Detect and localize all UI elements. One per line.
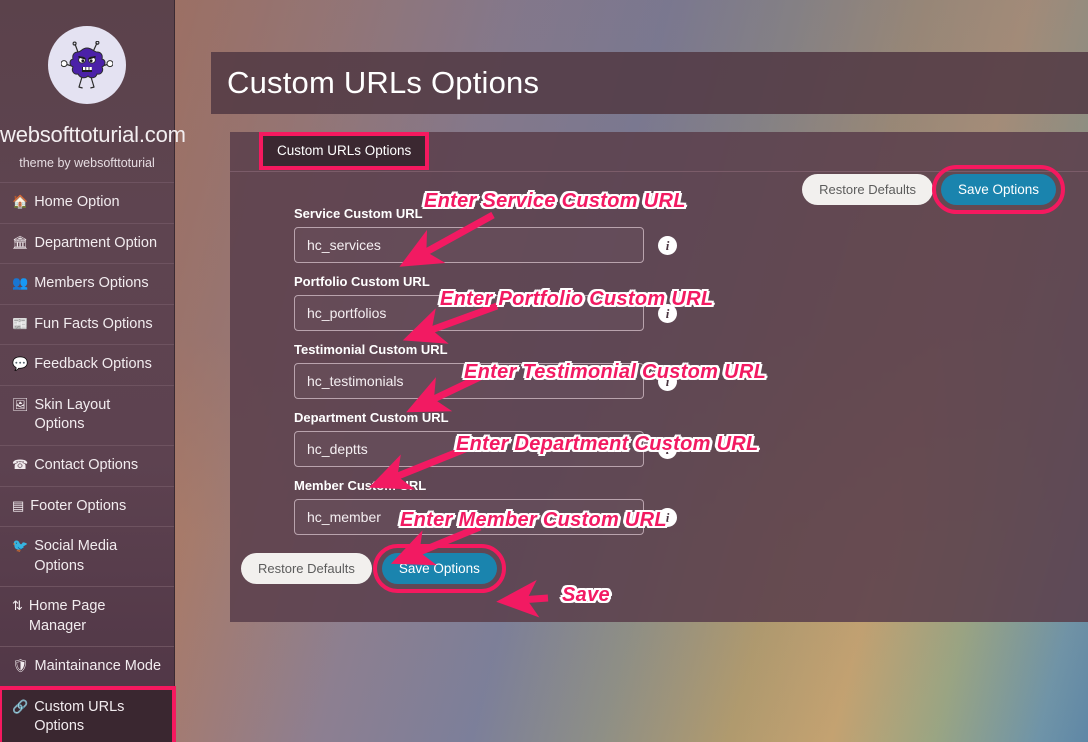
panel-body: Custom URLs Options Restore Defaults Sav…	[230, 132, 1088, 622]
input-department-custom-url[interactable]	[294, 431, 644, 467]
save-options-button-top[interactable]: Save Options	[931, 165, 1066, 214]
sidebar-item-label: Home Option	[34, 194, 120, 210]
sidebar-item-home-option[interactable]: 🏠 Home Option	[0, 183, 174, 224]
image-icon: 🖼	[12, 396, 29, 412]
site-tagline: theme by websofttoturial	[19, 156, 155, 170]
sidebar-item-label: Home Page Manager	[28, 598, 106, 634]
custom-urls-form: Service Custom URL i Portfolio Custom URL i…	[230, 172, 1088, 535]
info-icon[interactable]: i	[658, 439, 677, 459]
monster-svg	[61, 41, 113, 89]
field-row: i	[294, 227, 1088, 263]
monster-mascot-logo-icon	[48, 26, 126, 104]
sidebar-item-fun-facts-options[interactable]: 📰 Fun Facts Options	[0, 305, 174, 346]
input-testimonial-custom-url[interactable]	[294, 363, 644, 399]
page-title: Custom URLs Options	[227, 65, 540, 100]
field-row: i	[294, 363, 1088, 399]
sidebar-item-members-options[interactable]: 👥 Members Options	[0, 264, 174, 305]
site-title: websofttoturial.com	[0, 122, 186, 147]
info-icon[interactable]: i	[658, 303, 677, 323]
sidebar-item-label: Footer Options	[30, 497, 127, 514]
restore-defaults-button-top[interactable]: Restore Defaults	[802, 174, 933, 205]
info-icon[interactable]: i	[658, 371, 677, 391]
tab-strip: Custom URLs Options	[230, 132, 1088, 172]
field-row: i	[294, 499, 1088, 535]
newspaper-icon: 📰	[12, 315, 29, 331]
sidebar-item-feedback-options[interactable]: 💬 Feedback Options	[0, 345, 174, 386]
restore-defaults-button-bottom[interactable]: Restore Defaults	[241, 553, 372, 584]
sidebar-item-label: Fun Facts Options	[34, 315, 153, 332]
bank-icon: 🏛	[12, 234, 29, 250]
field-label: Member Custom URL	[294, 478, 427, 493]
field-row: i	[294, 295, 1088, 331]
app-root: websofttoturial.com theme by websofttotu…	[0, 0, 1088, 742]
sidebar-item-maintainance-mode[interactable]: 🛡 Maintainance Mode	[0, 647, 174, 688]
form-field: Service Custom URL i	[294, 206, 1088, 263]
tab-custom-urls-options[interactable]: Custom URLs Options	[258, 132, 430, 170]
panel-header: Custom URLs Options	[211, 52, 1088, 114]
shield-icon: 🛡	[12, 658, 29, 674]
comments-icon: 💬	[12, 356, 29, 372]
sidebar-item-label: Contact Options	[34, 456, 139, 473]
sidebar-item-custom-urls-options[interactable]: 🔗 Custom URLs Options	[0, 685, 176, 742]
input-service-custom-url[interactable]	[294, 227, 644, 263]
toolbar-bottom: Restore Defaults Save Options	[241, 544, 1088, 593]
form-field: Portfolio Custom URL i	[294, 274, 1088, 331]
sidebar: websofttoturial.com theme by websofttotu…	[0, 0, 186, 742]
sidebar-item-footer-options[interactable]: ▤ Footer Options	[0, 487, 174, 528]
twitter-icon: 🐦	[12, 538, 29, 554]
sidebar-item-department-option[interactable]: 🏛 Department Option	[0, 224, 174, 265]
sidebar-item-contact-options[interactable]: ☎ Contact Options	[0, 446, 174, 487]
sidebar-item-label: Skin Layout Options	[34, 396, 111, 433]
field-label: Service Custom URL	[294, 206, 423, 221]
main-panel: Custom URLs Options Custom URLs Options …	[211, 52, 1088, 652]
home-icon: 🏠	[12, 194, 29, 209]
save-options-button-bottom[interactable]: Save Options	[372, 544, 506, 593]
toolbar-top: Restore Defaults Save Options	[802, 165, 1066, 214]
sidebar-item-label: Department Option	[34, 234, 158, 251]
field-row: i	[294, 431, 1088, 467]
sidebar-item-label: Feedback Options	[34, 356, 152, 373]
field-label: Testimonial Custom URL	[294, 342, 448, 357]
users-icon: 👥	[12, 275, 29, 291]
input-portfolio-custom-url[interactable]	[294, 295, 644, 331]
link-icon: 🔗	[12, 698, 29, 714]
credit-card-icon: ▤	[12, 497, 25, 513]
info-icon[interactable]: i	[658, 235, 677, 255]
phone-icon: ☎	[12, 456, 29, 472]
sidebar-item-skin-layout-options[interactable]: 🖼 Skin Layout Options	[0, 386, 174, 446]
sidebar-item-label: Maintainance Mode	[34, 658, 162, 675]
info-icon[interactable]: i	[658, 507, 677, 527]
sort-icon: ⇅	[12, 598, 23, 614]
sidebar-item-label: Members Options	[34, 275, 149, 292]
form-field: Member Custom URL i	[294, 478, 1088, 535]
input-member-custom-url[interactable]	[294, 499, 644, 535]
panel-spacer	[211, 114, 1088, 132]
field-label: Department Custom URL	[294, 410, 449, 425]
sidebar-menu: 🏠 Home Option 🏛 Department Option 👥 Members O…	[0, 182, 176, 742]
form-field: Department Custom URL i	[294, 410, 1088, 467]
logo	[0, 0, 174, 120]
sidebar-item-label: Custom URLs Options	[34, 698, 125, 735]
sidebar-item-home-page-manager[interactable]: ⇅ Home Page Manager	[0, 587, 174, 648]
form-field: Testimonial Custom URL i	[294, 342, 1088, 399]
field-label: Portfolio Custom URL	[294, 274, 430, 289]
sidebar-item-label: Social Media Options	[34, 538, 118, 574]
sidebar-item-social-media-options[interactable]: 🐦 Social Media Options	[0, 527, 174, 588]
